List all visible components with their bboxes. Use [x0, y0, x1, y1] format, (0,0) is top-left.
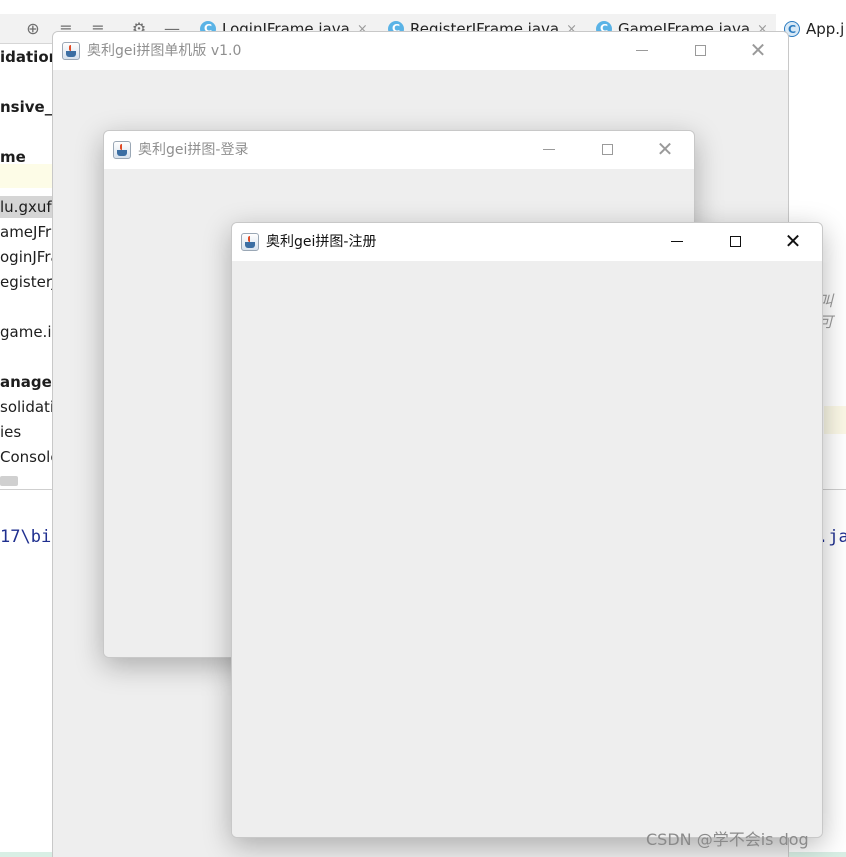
java-icon	[62, 42, 80, 60]
minimize-icon	[636, 49, 648, 51]
window-title: 奥利gei拼图单机版 v1.0	[87, 43, 242, 59]
tree-scrollbar[interactable]	[0, 476, 18, 486]
window-title: 奥利gei拼图-登录	[138, 142, 249, 158]
maximize-button[interactable]	[712, 223, 758, 261]
register-window: 奥利gei拼图-注册 ✕	[231, 222, 823, 838]
tree-node[interactable]: game.im	[0, 321, 52, 343]
title-bar[interactable]: 奥利gei拼图单机版 v1.0 ✕	[53, 32, 788, 70]
crosshair-icon[interactable]: ⊕	[22, 18, 44, 40]
window-title: 奥利gei拼图-注册	[266, 234, 377, 250]
title-bar[interactable]: 奥利gei拼图-登录 ✕	[104, 131, 694, 169]
tree-node[interactable]: solidatic	[0, 396, 52, 418]
minimize-icon	[543, 148, 555, 150]
minimize-button[interactable]	[654, 223, 700, 261]
window-content	[232, 261, 822, 837]
project-tree: idation_ nsive_ex me lu.gxufe ameJFra og…	[0, 44, 52, 489]
maximize-button[interactable]	[584, 131, 630, 169]
minimize-button[interactable]	[526, 131, 572, 169]
tree-node[interactable]: anagem	[0, 371, 52, 393]
editor-highlight	[824, 406, 846, 434]
maximize-icon	[694, 44, 706, 56]
close-button[interactable]: ✕	[642, 131, 688, 169]
tree-node[interactable]: ies	[0, 421, 21, 443]
java-icon	[113, 141, 131, 159]
maximize-icon	[729, 235, 741, 247]
watermark-text: CSDN @学不会is dog	[646, 830, 809, 849]
java-icon	[241, 233, 259, 251]
maximize-icon	[601, 143, 613, 155]
close-button[interactable]: ✕	[770, 223, 816, 261]
tree-node[interactable]: egisterJ	[0, 271, 52, 293]
close-button[interactable]: ✕	[735, 32, 781, 70]
maximize-button[interactable]	[677, 32, 723, 70]
minimize-icon	[671, 240, 683, 242]
title-bar[interactable]: 奥利gei拼图-注册 ✕	[232, 223, 822, 261]
tree-node[interactable]: oginJFra	[0, 246, 52, 268]
tree-node[interactable]: nsive_ex	[0, 96, 52, 118]
tree-node[interactable]: ameJFra	[0, 221, 52, 243]
tree-node[interactable]: idation_	[0, 46, 52, 68]
minimize-button[interactable]	[619, 32, 665, 70]
tree-node-selected[interactable]: lu.gxufe	[0, 196, 52, 218]
tree-node[interactable]: me	[0, 146, 26, 168]
tree-node[interactable]: Console	[0, 446, 52, 468]
tab-label: App.j	[806, 20, 845, 38]
